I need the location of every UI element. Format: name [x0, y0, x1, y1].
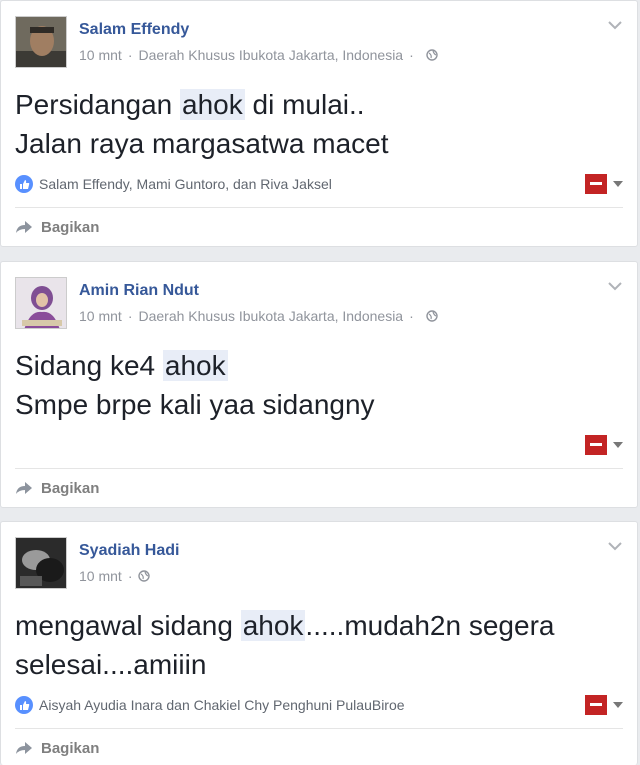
post-line: mengawal sidang ahok.....mudah2n segera — [15, 610, 555, 641]
like-icon[interactable] — [15, 175, 33, 193]
reaction-bar — [15, 431, 623, 459]
divider — [15, 728, 623, 729]
post-line: Persidangan ahok di mulai.. — [15, 89, 365, 120]
timestamp[interactable]: 10 mnt — [79, 47, 122, 63]
post-line: Smpe brpe kali yaa sidangny — [15, 389, 375, 420]
avatar[interactable] — [15, 16, 67, 68]
reaction-bar: Aisyah Ayudia Inara dan Chakiel Chy Peng… — [15, 691, 623, 719]
post-line: Sidang ke4 ahok — [15, 350, 228, 381]
globe-icon[interactable] — [426, 49, 438, 61]
share-arrow-icon — [16, 221, 32, 233]
chevron-down-icon[interactable] — [607, 19, 623, 31]
share-button[interactable]: Bagikan — [15, 733, 99, 763]
post-card: Amin Rian Ndut 10 mnt · Daerah Khusus Ib… — [0, 261, 638, 508]
post-card: Salam Effendy 10 mnt · Daerah Khusus Ibu… — [0, 0, 638, 247]
globe-icon[interactable] — [138, 570, 151, 582]
share-label: Bagikan — [41, 739, 100, 757]
location[interactable]: Daerah Khusus Ibukota Jakarta, Indonesia — [138, 47, 403, 63]
reaction-names[interactable]: Salam Effendy, Mami Guntoro, dan Riva Ja… — [39, 176, 332, 192]
avatar[interactable] — [15, 277, 67, 329]
author-name[interactable]: Amin Rian Ndut — [79, 282, 199, 300]
post-meta: 10 mnt · Daerah Khusus Ibukota Jakarta, … — [79, 47, 438, 63]
post-text: Persidangan ahok di mulai.. Jalan raya m… — [15, 85, 389, 163]
meta-separator: · — [127, 47, 133, 63]
share-button[interactable]: Bagikan — [15, 212, 99, 242]
post-text: Sidang ke4 ahok Smpe brpe kali yaa sidan… — [15, 346, 375, 424]
post-meta: 10 mnt · — [79, 568, 151, 584]
divider — [15, 468, 623, 469]
author-name[interactable]: Salam Effendy — [79, 21, 189, 39]
share-label: Bagikan — [41, 479, 100, 497]
caret-down-icon — [613, 442, 623, 448]
timestamp[interactable]: 10 mnt — [79, 308, 122, 324]
post-line: selesai....amiiin — [15, 649, 207, 680]
share-arrow-icon — [16, 742, 32, 754]
language-button[interactable] — [585, 435, 623, 455]
globe-icon[interactable] — [426, 310, 438, 322]
avatar[interactable] — [15, 537, 67, 589]
share-arrow-icon — [16, 482, 32, 494]
meta-separator: · — [409, 308, 414, 324]
caret-down-icon — [613, 181, 623, 187]
language-flag-icon — [585, 174, 607, 194]
reaction-names[interactable]: Aisyah Ayudia Inara dan Chakiel Chy Peng… — [39, 697, 405, 713]
post-meta: 10 mnt · Daerah Khusus Ibukota Jakarta, … — [79, 308, 438, 324]
timestamp[interactable]: 10 mnt — [79, 568, 122, 584]
meta-separator: · — [409, 47, 414, 63]
language-button[interactable] — [585, 695, 623, 715]
location[interactable]: Daerah Khusus Ibukota Jakarta, Indonesia — [138, 308, 403, 324]
reaction-bar: Salam Effendy, Mami Guntoro, dan Riva Ja… — [15, 170, 623, 198]
language-flag-icon — [585, 695, 607, 715]
post-text: mengawal sidang ahok.....mudah2n segera … — [15, 606, 554, 684]
highlighted-word[interactable]: ahok — [240, 610, 306, 641]
highlighted-word[interactable]: ahok — [180, 89, 245, 120]
post-card: Syadiah Hadi 10 mnt · mengawal sidang ah… — [0, 521, 638, 765]
chevron-down-icon[interactable] — [607, 280, 623, 292]
highlighted-word[interactable]: ahok — [162, 350, 228, 381]
chevron-down-icon[interactable] — [607, 540, 623, 552]
meta-separator: · — [127, 308, 133, 324]
share-button[interactable]: Bagikan — [15, 473, 99, 503]
like-icon[interactable] — [15, 696, 33, 714]
meta-separator: · — [127, 568, 133, 584]
language-button[interactable] — [585, 174, 623, 194]
language-flag-icon — [585, 435, 607, 455]
post-line: Jalan raya margasatwa macet — [15, 128, 389, 159]
caret-down-icon — [613, 702, 623, 708]
author-name[interactable]: Syadiah Hadi — [79, 542, 179, 560]
divider — [15, 207, 623, 208]
share-label: Bagikan — [41, 218, 100, 236]
